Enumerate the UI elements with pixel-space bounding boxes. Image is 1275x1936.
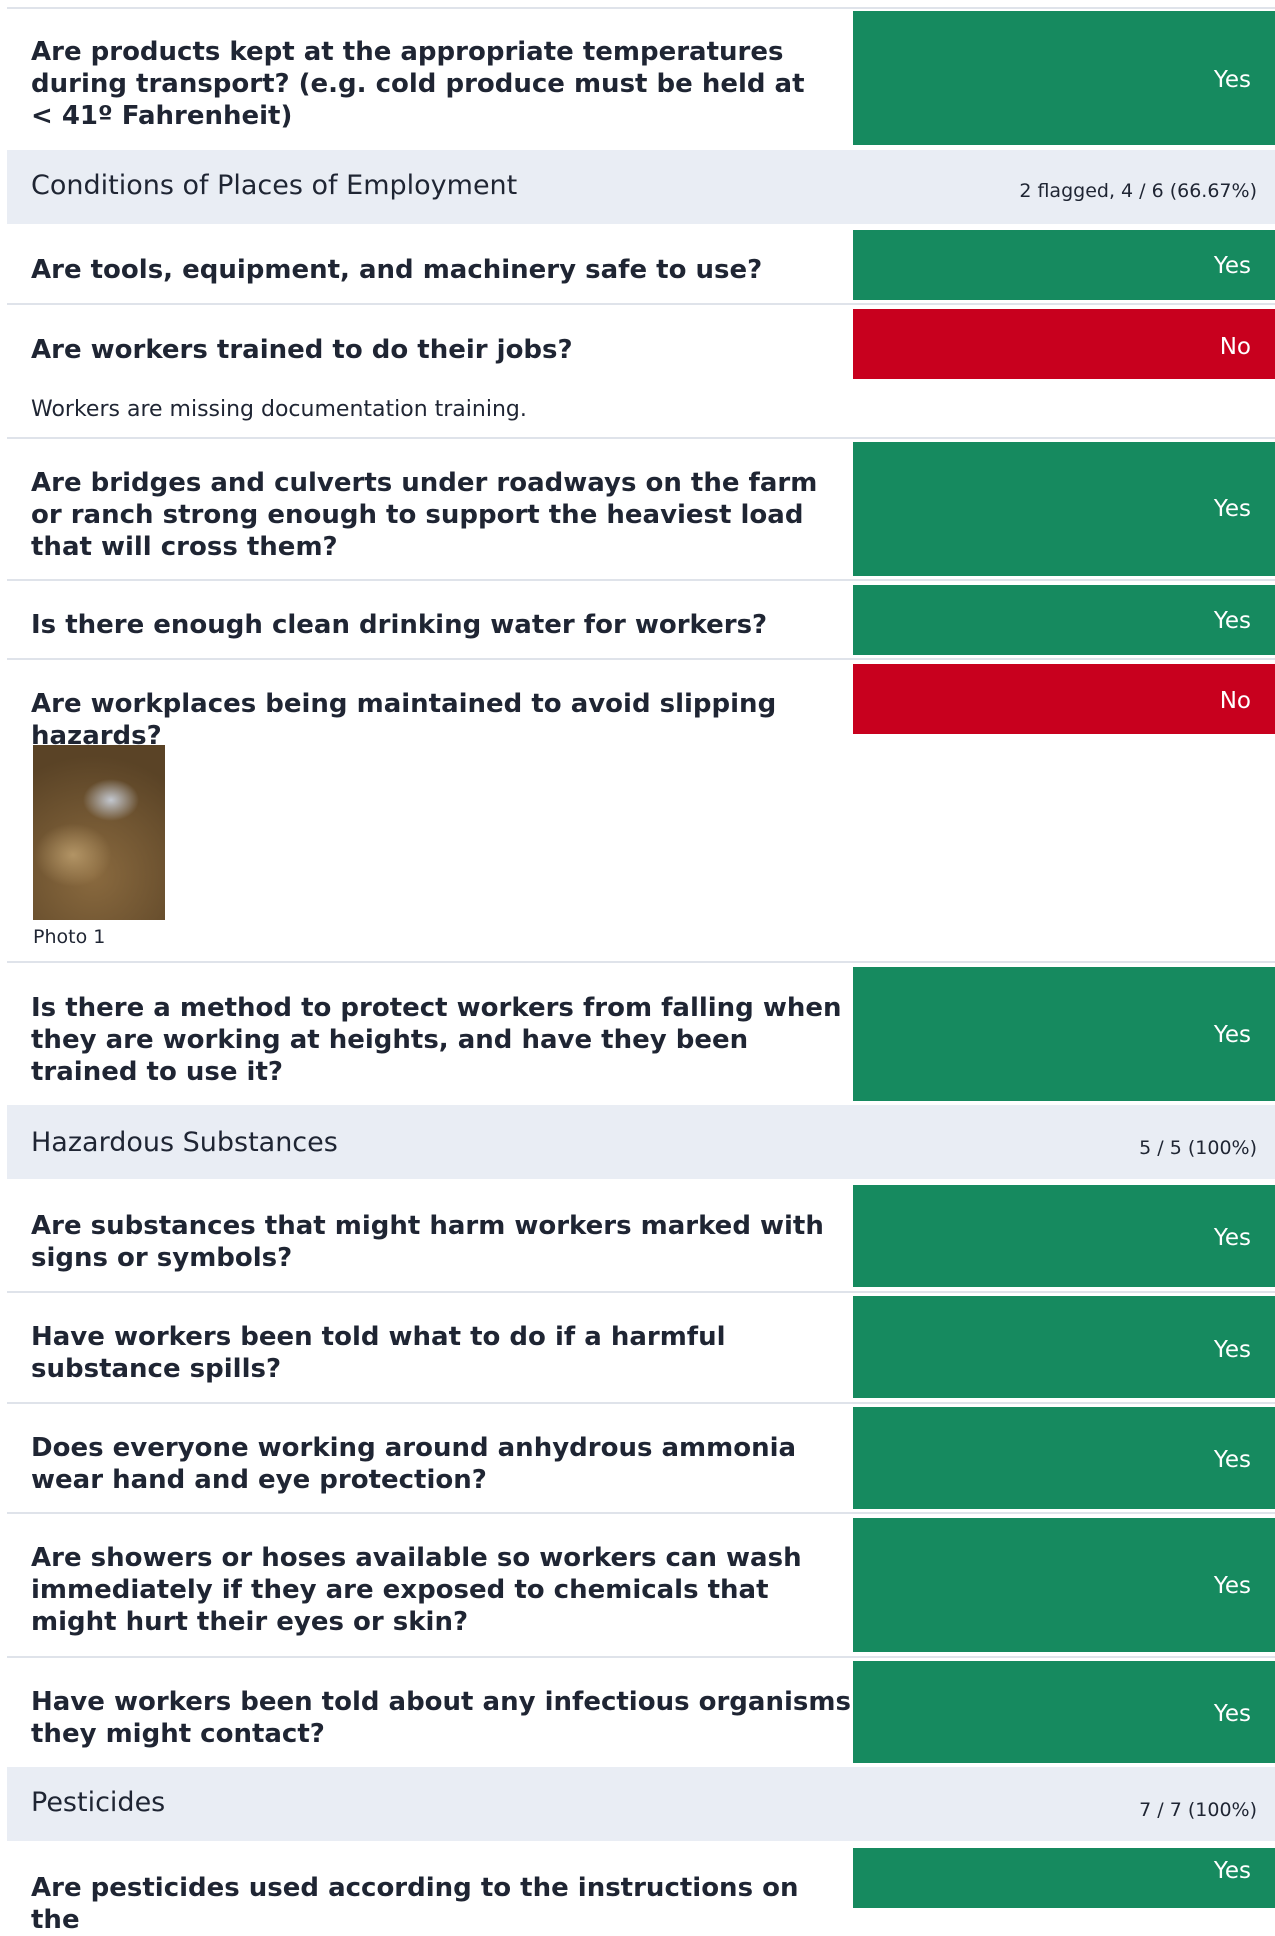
section-title: Conditions of Places of Employment — [31, 170, 518, 201]
question-text: Are workers trained to do their jobs? — [31, 335, 573, 365]
question-text: Are bridges and culverts under roadways … — [31, 468, 818, 562]
question-text: Are showers or hoses available so worker… — [31, 1543, 802, 1637]
question-text: Have workers been told about any infecti… — [31, 1687, 851, 1749]
top-separator — [7, 7, 1275, 9]
row-separator — [7, 579, 1275, 581]
answer-yes-badge: Yes — [853, 1661, 1275, 1763]
answer-yes-badge: Yes — [853, 967, 1275, 1101]
answer-yes-badge: Yes — [853, 1296, 1275, 1398]
question-text: Are pesticides used according to the ins… — [31, 1873, 799, 1935]
answer-no-badge: No — [853, 664, 1275, 734]
inspection-note: Workers are missing documentation traini… — [31, 397, 527, 422]
question-text: Is there enough clean drinking water for… — [31, 610, 768, 640]
row-separator — [7, 303, 1275, 305]
question-text: Is there a method to protect workers fro… — [31, 993, 842, 1087]
answer-yes-badge: Yes — [853, 585, 1275, 655]
section-title: Hazardous Substances — [31, 1127, 338, 1158]
row-separator — [7, 437, 1275, 439]
section-header: Conditions of Places of Employment 2 fla… — [7, 150, 1275, 224]
row-separator — [7, 1402, 1275, 1404]
answer-yes-badge: Yes — [853, 1185, 1275, 1287]
answer-yes-badge: Yes — [853, 442, 1275, 576]
row-separator — [7, 1656, 1275, 1658]
row-separator — [7, 1291, 1275, 1293]
answer-yes-badge: Yes — [853, 1848, 1275, 1908]
question-text: Are substances that might harm workers m… — [31, 1211, 824, 1273]
section-header: Hazardous Substances 5 / 5 (100%) — [7, 1105, 1275, 1179]
answer-no-badge: No — [853, 309, 1275, 379]
row-separator — [7, 658, 1275, 660]
answer-yes-badge: Yes — [853, 230, 1275, 300]
question-text: Are workplaces being maintained to avoid… — [31, 689, 777, 751]
question-text: Have workers been told what to do if a h… — [31, 1322, 726, 1384]
section-header: Pesticides 7 / 7 (100%) — [7, 1767, 1275, 1841]
section-score: 5 / 5 (100%) — [1139, 1137, 1257, 1159]
answer-yes-badge: Yes — [853, 1518, 1275, 1652]
section-score: 2 flagged, 4 / 6 (66.67%) — [1019, 180, 1257, 202]
section-score: 7 / 7 (100%) — [1139, 1799, 1257, 1821]
section-title: Pesticides — [31, 1787, 166, 1818]
question-text: Are products kept at the appropriate tem… — [31, 37, 805, 131]
photo-caption: Photo 1 — [33, 926, 106, 948]
answer-yes-badge: Yes — [853, 11, 1275, 145]
row-separator — [7, 961, 1275, 963]
row-separator — [7, 1512, 1275, 1514]
answer-yes-badge: Yes — [853, 1407, 1275, 1509]
question-text: Are tools, equipment, and machinery safe… — [31, 255, 763, 285]
question-text: Does everyone working around anhydrous a… — [31, 1433, 797, 1495]
hazard-photo[interactable] — [33, 745, 165, 920]
